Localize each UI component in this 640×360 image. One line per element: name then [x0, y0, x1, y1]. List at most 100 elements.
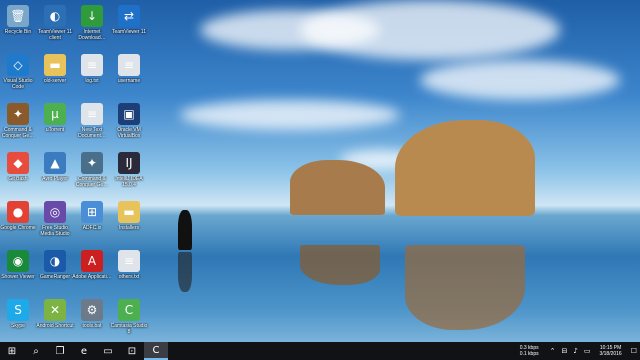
desktop-icon[interactable]: ▣ Oracle VM VirtualBox [111, 100, 147, 148]
desktop-icon[interactable]: ◑ GameRanger [37, 247, 73, 295]
folder-icon: ▬ [118, 201, 140, 223]
cnc-generals-icon: ✦ [7, 103, 29, 125]
file-explorer-taskbar-button[interactable]: ▭ [96, 342, 120, 360]
desktop-icon-label: Recycle Bin [4, 29, 32, 35]
adfc-icon: ⊞ [81, 201, 103, 223]
recycle-bin-icon: 🗑 [7, 5, 29, 27]
task-view-button[interactable]: ❐ [48, 342, 72, 360]
desktop-icon[interactable]: 🗑 Recycle Bin [0, 2, 36, 50]
desktop-icon[interactable]: ◉ Shower Viewer [0, 247, 36, 295]
desktop-icon-label: log.txt [85, 78, 99, 84]
desktop-icon[interactable]: ≡ New Text Document… [74, 100, 110, 148]
desktop-icon[interactable]: ⊞ ADFC.ix [74, 198, 110, 246]
virtualbox-icon: ▣ [118, 103, 140, 125]
git-bash-icon: ◆ [7, 152, 29, 174]
camtasia-icon: C [118, 299, 140, 321]
batch-file-icon: ⚙ [81, 299, 103, 321]
desktop-icon[interactable]: ● Google Chrome [0, 198, 36, 246]
desktop-icon-label: Installers [118, 225, 139, 231]
desktop-icon[interactable]: ◇ Visual Studio Code [0, 51, 36, 99]
desktop-icon[interactable]: ▬ Installers [111, 198, 147, 246]
desktop-icon-label: TeamViewer 11 [112, 29, 146, 35]
teamviewer-icon: ◐ [44, 5, 66, 27]
volume-icon[interactable]: ♪ [573, 347, 577, 355]
avro-player-icon: ▲ [44, 152, 66, 174]
desktop-icon[interactable]: ≡ username [111, 51, 147, 99]
clock[interactable]: 10:15 PM 3/18/2016 [599, 345, 621, 357]
desktop-icon-label: Avro Player [42, 176, 68, 182]
android-icon: ✕ [44, 299, 66, 321]
desktop-icon[interactable]: ↓ Internet Download… [74, 2, 110, 50]
chevron-up-icon[interactable]: ⌃ [550, 347, 556, 355]
desktop-icons: 🗑 Recycle Bin ◐ TeamViewer 11 client ↓ Intern… [0, 0, 150, 340]
start-button[interactable]: ⊞ [0, 342, 24, 360]
desktop-icon-label: TeamViewer 11 client [38, 29, 72, 41]
free-studio-icon: ◎ [44, 201, 66, 223]
idm-icon: ↓ [81, 5, 103, 27]
gameranger-icon: ◑ [44, 250, 66, 272]
network-speed: 0.3 kbps 0.1 kbps [520, 345, 539, 357]
folder-icon: ▬ [44, 54, 66, 76]
desktop-icon-label: GameRanger [39, 274, 70, 280]
camtasia-taskbar-button[interactable]: C [144, 342, 168, 360]
rock-formation-left [290, 160, 385, 215]
desktop-icon-label: Visual Studio Code [3, 78, 33, 90]
search-button[interactable]: ⌕ [24, 342, 48, 360]
desktop-icon[interactable]: S Skype [0, 296, 36, 344]
cnc-generals-icon: ✦ [81, 152, 103, 174]
desktop-icon-label: Command & Conquer Ge… [75, 176, 109, 188]
desktop-icon[interactable]: ✦ Command & Conquer Ge… [74, 149, 110, 197]
desktop-icon-label: old-server [43, 78, 67, 84]
desktop-icon[interactable]: ◎ Free Studio Media Studio [37, 198, 73, 246]
utorrent-icon: µ [44, 103, 66, 125]
skype-icon: S [7, 299, 29, 321]
desktop-icon-label: Internet Download… [78, 29, 106, 41]
desktop-icon-label: Command & Conquer Ge… [1, 127, 35, 139]
shower-viewer-icon: ◉ [7, 250, 29, 272]
keyboard-icon[interactable]: ▭ [584, 347, 591, 355]
desktop-icon-label: others.txt [118, 274, 140, 280]
adobe-icon: A [81, 250, 103, 272]
desktop-icon[interactable]: ◐ TeamViewer 11 client [37, 2, 73, 50]
notification-icon[interactable]: ☐ [631, 347, 637, 355]
network-icon[interactable]: ⊟ [562, 347, 568, 355]
desktop-icon[interactable]: A Adobe Applicati… [72, 247, 112, 295]
runner-silhouette [178, 210, 192, 250]
network-download-speed: 0.1 kbps [519, 351, 539, 357]
text-file-icon: ≡ [118, 250, 140, 272]
store-taskbar-button[interactable]: ⊡ [120, 342, 144, 360]
desktop-icon-label: Google Chrome [0, 225, 36, 231]
desktop-icon-label: uTorrent [45, 127, 65, 133]
text-file-icon: ≡ [81, 103, 103, 125]
desktop-icon[interactable]: ✕ Android Shortcut [36, 296, 74, 344]
desktop-icon[interactable]: IJ IntelliJ IDEA 15.0.4 [111, 149, 147, 197]
clock-date: 3/18/2016 [599, 351, 622, 357]
text-file-icon: ≡ [118, 54, 140, 76]
chrome-icon: ● [7, 201, 29, 223]
desktop-icon[interactable]: ▲ Avro Player [37, 149, 73, 197]
desktop-icon-label: username [117, 78, 141, 84]
desktop-icon[interactable]: ⇄ TeamViewer 11 [111, 2, 147, 50]
desktop-icon-label: Shower Viewer [1, 274, 35, 280]
rock-arch [395, 120, 535, 216]
edge-taskbar-button[interactable]: e [72, 342, 96, 360]
desktop-icon[interactable]: ✦ Command & Conquer Ge… [0, 100, 36, 148]
desktop-icon-label: Android Shortcut [36, 323, 74, 329]
desktop-icon[interactable]: ≡ log.txt [74, 51, 110, 99]
desktop-icon-label: Camtasia Studio 8 [110, 323, 148, 335]
desktop-icon-label: Git Bash [8, 176, 28, 182]
desktop-icon-label: ADFC.ix [82, 225, 102, 231]
intellij-icon: IJ [118, 152, 140, 174]
text-file-icon: ≡ [81, 54, 103, 76]
desktop-icon-label: IntelliJ IDEA 15.0.4 [115, 176, 143, 188]
desktop-icon[interactable]: ⚙ tools.bat [74, 296, 110, 344]
desktop-icon-label: Skype [11, 323, 25, 329]
desktop-icon[interactable]: µ uTorrent [37, 100, 73, 148]
desktop-icon[interactable]: ◆ Git Bash [0, 149, 36, 197]
desktop-icon[interactable]: ▬ old-server [37, 51, 73, 99]
system-tray: 0.3 kbps 0.1 kbps ⌃ ⊟ ♪ ▭ 10:15 PM 3/18/… [520, 342, 640, 360]
teamviewer-icon: ⇄ [118, 5, 140, 27]
desktop-icon[interactable]: ≡ others.txt [111, 247, 147, 295]
desktop-icon-label: Adobe Applicati… [72, 274, 112, 280]
desktop-icon[interactable]: C Camtasia Studio 8 [111, 296, 147, 344]
